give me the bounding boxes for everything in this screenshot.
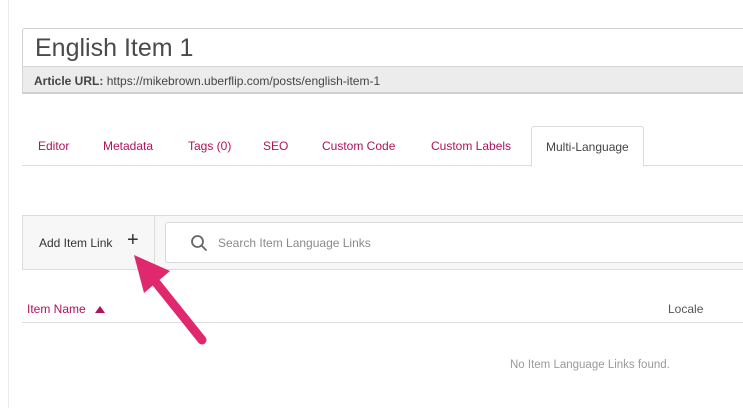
tab-custom-code[interactable]: Custom Code: [322, 126, 395, 166]
search-input[interactable]: [216, 231, 740, 255]
tab-tags[interactable]: Tags (0): [188, 126, 231, 166]
tab-multi-language[interactable]: Multi-Language: [531, 126, 644, 167]
article-title-field[interactable]: English Item 1: [22, 28, 743, 66]
tab-metadata[interactable]: Metadata: [103, 126, 153, 166]
tab-custom-labels[interactable]: Custom Labels: [431, 126, 511, 166]
article-url-bar: Article URL: https://mikebrown.uberflip.…: [22, 66, 743, 94]
tab-bar: Editor Metadata Tags (0) SEO Custom Code…: [22, 126, 743, 167]
column-locale: Locale: [668, 302, 704, 316]
article-title[interactable]: English Item 1: [35, 34, 193, 63]
tab-seo[interactable]: SEO: [263, 126, 288, 166]
annotation-arrow-icon: [134, 255, 207, 345]
page-left-border: [8, 0, 9, 408]
empty-table-message: No Item Language Links found.: [510, 359, 670, 371]
column-item-name[interactable]: Item Name: [27, 302, 86, 316]
article-url: Article URL: https://mikebrown.uberflip.…: [34, 74, 380, 88]
tab-editor[interactable]: Editor: [38, 126, 69, 166]
article-url-label: Article URL:: [34, 74, 104, 88]
sort-ascending-icon[interactable]: [95, 306, 105, 313]
article-url-value: https://mikebrown.uberflip.com/posts/eng…: [106, 74, 381, 88]
search-box[interactable]: [165, 222, 743, 263]
add-item-link-label: Add Item Link: [39, 236, 113, 250]
